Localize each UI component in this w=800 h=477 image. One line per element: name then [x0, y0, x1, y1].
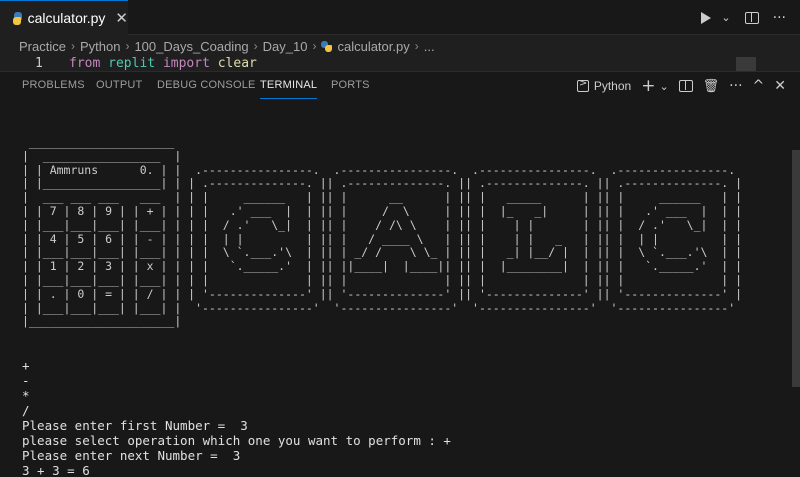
play-icon[interactable]: [701, 11, 712, 24]
terminal-line: +: [22, 358, 30, 373]
chevron-right-icon: ›: [70, 39, 75, 53]
code-editor[interactable]: 1 from replit import clear: [0, 57, 800, 71]
breadcrumb-item-practice[interactable]: Practice: [19, 39, 66, 54]
terminal-line: Please enter next Number = 3: [22, 448, 241, 463]
breadcrumb-item-100-days[interactable]: 100_Days_Coading: [134, 39, 248, 54]
breadcrumb-item-day-10[interactable]: Day_10: [263, 39, 308, 54]
terminal-view[interactable]: _____________________ | ________________…: [0, 99, 792, 477]
new-terminal-icon[interactable]: +: [641, 76, 655, 96]
breadcrumb: Practice › Python › 100_Days_Coading › D…: [0, 35, 800, 57]
terminal-shell-label[interactable]: Python: [594, 79, 631, 93]
terminal-line: /: [22, 403, 30, 418]
tab-problems[interactable]: PROBLEMS: [22, 79, 85, 91]
terminal-line: *: [22, 388, 30, 403]
code-line: from replit import clear: [69, 57, 257, 71]
more-actions-icon[interactable]: ···: [773, 11, 786, 25]
terminal-icon[interactable]: [576, 78, 589, 92]
breadcrumb-item-symbols[interactable]: ...: [424, 39, 435, 54]
trash-icon[interactable]: 🗑: [703, 79, 720, 94]
terminal-line: please select operation which one you wa…: [22, 433, 451, 448]
close-tab-icon[interactable]: ✕: [115, 10, 128, 26]
python-file-icon: [321, 40, 333, 52]
panel-header: PROBLEMS OUTPUT DEBUG CONSOLE TERMINAL P…: [0, 71, 800, 99]
chevron-right-icon: ›: [312, 39, 317, 53]
run-dropdown-icon[interactable]: ⌄: [721, 12, 730, 23]
python-file-icon: [12, 11, 22, 25]
breadcrumb-item-file[interactable]: calculator.py: [321, 38, 410, 54]
tab-ports[interactable]: PORTS: [331, 79, 370, 91]
ascii-art-banner: _____________________ | ________________…: [22, 135, 743, 329]
terminal-scrollbar[interactable]: [792, 150, 800, 387]
terminal-line: -: [22, 373, 30, 388]
chevron-right-icon: ›: [414, 39, 419, 53]
tab-label: calculator.py: [27, 10, 106, 26]
minimap[interactable]: [736, 57, 756, 71]
split-editor-icon[interactable]: [744, 11, 759, 24]
breadcrumb-file-label: calculator.py: [337, 38, 410, 54]
terminal-line: Please enter first Number = 3: [22, 418, 248, 433]
more-actions-icon[interactable]: ···: [729, 78, 742, 94]
terminal-line: 3 + 3 = 6: [22, 463, 90, 477]
tab-terminal[interactable]: TERMINAL: [260, 79, 318, 99]
panel-actions: Python + ⌄ 🗑 ··· ^ ✕: [576, 76, 786, 96]
keyword-from: from: [69, 57, 101, 71]
terminal-dropdown-icon[interactable]: ⌄: [659, 80, 668, 93]
module-name: replit: [108, 57, 156, 71]
split-terminal-icon[interactable]: [678, 80, 693, 92]
editor-tab-calculator[interactable]: calculator.py ✕: [0, 0, 128, 35]
maximize-panel-icon[interactable]: ^: [753, 78, 765, 94]
breadcrumb-item-python[interactable]: Python: [80, 39, 120, 54]
tab-output[interactable]: OUTPUT: [96, 79, 142, 91]
keyword-import: import: [162, 57, 210, 71]
editor-tab-bar: calculator.py ✕ ⌄ ···: [0, 0, 800, 35]
chevron-right-icon: ›: [125, 39, 130, 53]
close-panel-icon[interactable]: ✕: [774, 78, 786, 94]
tab-debug-console[interactable]: DEBUG CONSOLE: [157, 79, 256, 91]
chevron-right-icon: ›: [253, 39, 258, 53]
imported-name: clear: [217, 57, 257, 71]
editor-actions: ⌄ ···: [701, 0, 800, 35]
line-number: 1: [35, 57, 43, 71]
